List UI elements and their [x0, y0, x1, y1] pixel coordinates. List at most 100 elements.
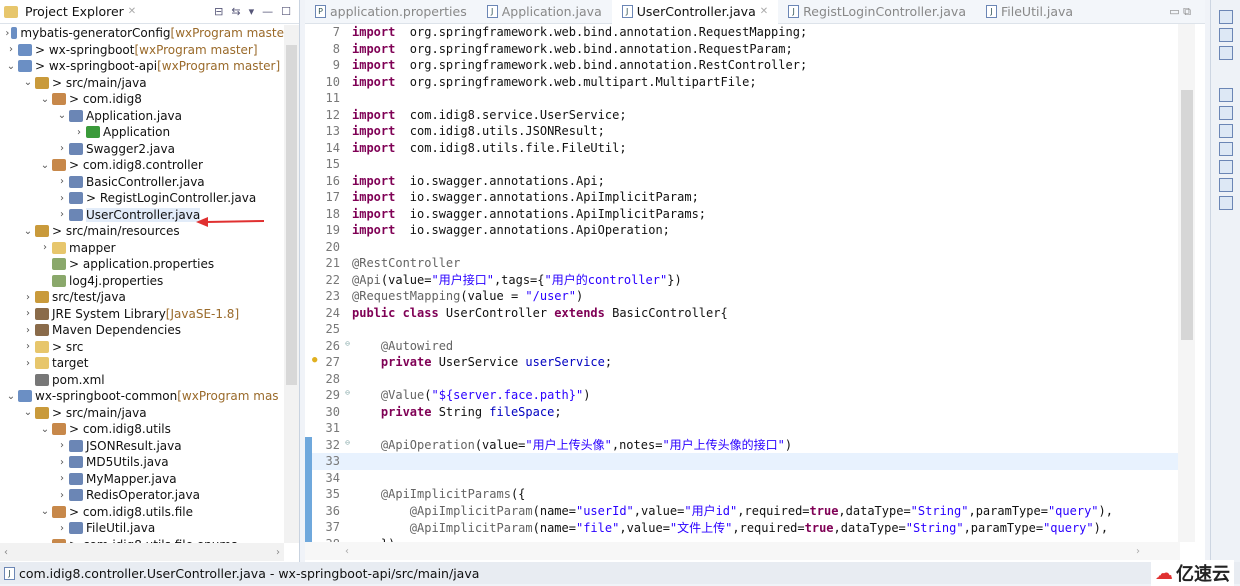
restore-icon[interactable]	[1218, 10, 1233, 24]
code-line[interactable]: 17 import io.swagger.annotations.ApiImpli…	[305, 189, 1180, 206]
code-line[interactable]: 34	[305, 469, 1180, 486]
properties-icon[interactable]	[1218, 124, 1233, 138]
code-line[interactable]: 32 ⊖ @ApiOperation(value="用户上传头像",notes="…	[305, 436, 1180, 453]
chevron-right-icon[interactable]: ›	[21, 308, 35, 319]
console-icon[interactable]	[1218, 196, 1233, 210]
code-line[interactable]: 22 @Api(value="用户接口",tags={"用户的controller…	[305, 272, 1180, 289]
code-line[interactable]: 12 import com.idig8.service.UserService;	[305, 107, 1180, 124]
tree-item[interactable]: › src/test/java	[0, 289, 284, 306]
scroll-right-icon[interactable]: ›	[1136, 546, 1140, 557]
tree-item[interactable]: › Maven Dependencies	[0, 322, 284, 339]
code-line[interactable]: 28	[305, 371, 1180, 388]
chevron-down-icon[interactable]: ⌄	[21, 226, 35, 237]
editor-horizontal-scrollbar[interactable]: ‹ ›	[305, 542, 1180, 560]
tree-item[interactable]: ⌄ > com.idig8.utils	[0, 421, 284, 438]
minimize-icon[interactable]: —	[262, 5, 273, 18]
code-line[interactable]: 8 import org.springframework.web.bind.ann…	[305, 41, 1180, 58]
scroll-thumb[interactable]	[286, 45, 297, 385]
code-line[interactable]: 30 private String fileSpace;	[305, 404, 1180, 421]
chevron-right-icon[interactable]: ›	[21, 325, 35, 336]
tree-item[interactable]: ⌄ > com.idig8.controller	[0, 157, 284, 174]
code-line[interactable]: 27 ● private UserService userService;	[305, 354, 1180, 371]
scroll-left-icon[interactable]: ‹	[4, 547, 8, 558]
code-line[interactable]: 33	[305, 453, 1180, 470]
chevron-down-icon[interactable]: ⌄	[21, 77, 35, 88]
project-explorer-tab[interactable]: Project Explorer ✕	[4, 4, 136, 19]
tree-item[interactable]: ⌄ Application.java	[0, 108, 284, 125]
close-icon[interactable]: ✕	[128, 6, 136, 17]
code-line[interactable]: 36 @ApiImplicitParam(name="userId",value…	[305, 502, 1180, 519]
hierarchy-icon[interactable]	[1218, 142, 1233, 156]
code-line[interactable]: 16 import io.swagger.annotations.Api;	[305, 173, 1180, 190]
tree-item[interactable]: › Application	[0, 124, 284, 141]
chevron-right-icon[interactable]: ›	[38, 242, 52, 253]
tree-horizontal-scrollbar[interactable]: ‹ ›	[0, 543, 284, 561]
tree-item[interactable]: ⌄ > src/main/java	[0, 405, 284, 422]
chevron-down-icon[interactable]: ⌄	[38, 506, 52, 517]
fold-toggle-icon[interactable]: ⊖	[345, 339, 350, 348]
code-line[interactable]: 35 @ApiImplicitParams({	[305, 486, 1180, 503]
tree-item[interactable]: › > wx-springboot [wxProgram master]	[0, 42, 284, 59]
code-line[interactable]: 15	[305, 156, 1180, 173]
collapse-all-icon[interactable]: ⊟	[214, 5, 223, 18]
editor-minmax[interactable]: ▭ ⧉	[1169, 5, 1191, 19]
chevron-down-icon[interactable]: ⌄	[55, 110, 69, 121]
fold-toggle-icon[interactable]: ⊖	[345, 438, 350, 447]
fold-toggle-icon[interactable]: ⊖	[345, 388, 350, 397]
library-icon[interactable]	[1218, 160, 1233, 174]
code-line[interactable]: 20	[305, 239, 1180, 256]
code-line[interactable]: 13 import com.idig8.utils.JSONResult;	[305, 123, 1180, 140]
chevron-down-icon[interactable]: ⌄	[38, 424, 52, 435]
snippets-icon[interactable]	[1218, 178, 1233, 192]
code-line[interactable]: 19 import io.swagger.annotations.ApiOpera…	[305, 222, 1180, 239]
tree-item[interactable]: › JSONResult.java	[0, 438, 284, 455]
chevron-right-icon[interactable]: ›	[55, 143, 69, 154]
code-line[interactable]: 31	[305, 420, 1180, 437]
tree-item[interactable]: › RedisOperator.java	[0, 487, 284, 504]
chevron-right-icon[interactable]: ›	[55, 457, 69, 468]
tree-item[interactable]: ⌄ > wx-springboot-api [wxProgram master]	[0, 58, 284, 75]
code-line[interactable]: 18 import io.swagger.annotations.ApiImpli…	[305, 206, 1180, 223]
tree-item[interactable]: log4j.properties	[0, 273, 284, 290]
tree-vertical-scrollbar[interactable]	[284, 25, 299, 543]
tree-item[interactable]: › mapper	[0, 240, 284, 257]
code-line[interactable]: 23 @RequestMapping(value = "/user")	[305, 288, 1180, 305]
code-area[interactable]: 7 import org.springframework.web.bind.ann…	[305, 24, 1180, 542]
chevron-right-icon[interactable]: ›	[4, 28, 11, 39]
editor-tab[interactable]: Papplication.properties	[305, 0, 477, 24]
scroll-right-icon[interactable]: ›	[276, 547, 280, 558]
tree-item[interactable]: ⌄ wx-springboot-common [wxProgram mas	[0, 388, 284, 405]
code-line[interactable]: 24 public class UserController extends Ba…	[305, 305, 1180, 322]
chevron-right-icon[interactable]: ›	[55, 473, 69, 484]
chevron-right-icon[interactable]: ›	[55, 176, 69, 187]
link-with-editor-icon[interactable]: ⇆	[231, 5, 240, 18]
chevron-down-icon[interactable]: ⌄	[38, 160, 52, 171]
scroll-left-icon[interactable]: ‹	[345, 546, 349, 557]
tree-item[interactable]: ⌄ > com.idig8.utils.file	[0, 504, 284, 521]
chevron-right-icon[interactable]: ›	[21, 358, 35, 369]
tree-item[interactable]: › BasicController.java	[0, 174, 284, 191]
chevron-down-icon[interactable]: ⌄	[4, 391, 18, 402]
outline-icon[interactable]	[1218, 28, 1233, 42]
tree-item[interactable]: › JRE System Library [JavaSE-1.8]	[0, 306, 284, 323]
code-line[interactable]: 7 import org.springframework.web.bind.ann…	[305, 24, 1180, 41]
chevron-right-icon[interactable]: ›	[55, 193, 69, 204]
code-line[interactable]: 21 @RestController	[305, 255, 1180, 272]
maximize-icon[interactable]: ☐	[281, 5, 291, 18]
tree-item[interactable]: › FileUtil.java	[0, 520, 284, 537]
tree-item[interactable]: pom.xml	[0, 372, 284, 389]
close-tab-icon[interactable]: ✕	[760, 6, 768, 17]
editor-vertical-scrollbar[interactable]	[1178, 24, 1195, 542]
editor-tab[interactable]: J FileUtil.java	[976, 0, 1083, 24]
tree-item[interactable]: > application.properties	[0, 256, 284, 273]
scroll-thumb[interactable]	[1181, 90, 1193, 340]
tree-item[interactable]: › target	[0, 355, 284, 372]
code-line[interactable]: 14 import com.idig8.utils.file.FileUtil;	[305, 140, 1180, 157]
tree-item[interactable]: ⌄ > com.idig8	[0, 91, 284, 108]
restore-icon[interactable]	[1218, 88, 1233, 102]
chevron-down-icon[interactable]: ⌄	[38, 94, 52, 105]
code-line[interactable]: 25	[305, 321, 1180, 338]
tree-item[interactable]: ⌄ > src/main/java	[0, 75, 284, 92]
tree-item[interactable]: › MD5Utils.java	[0, 454, 284, 471]
task-list-icon[interactable]	[1218, 46, 1233, 60]
